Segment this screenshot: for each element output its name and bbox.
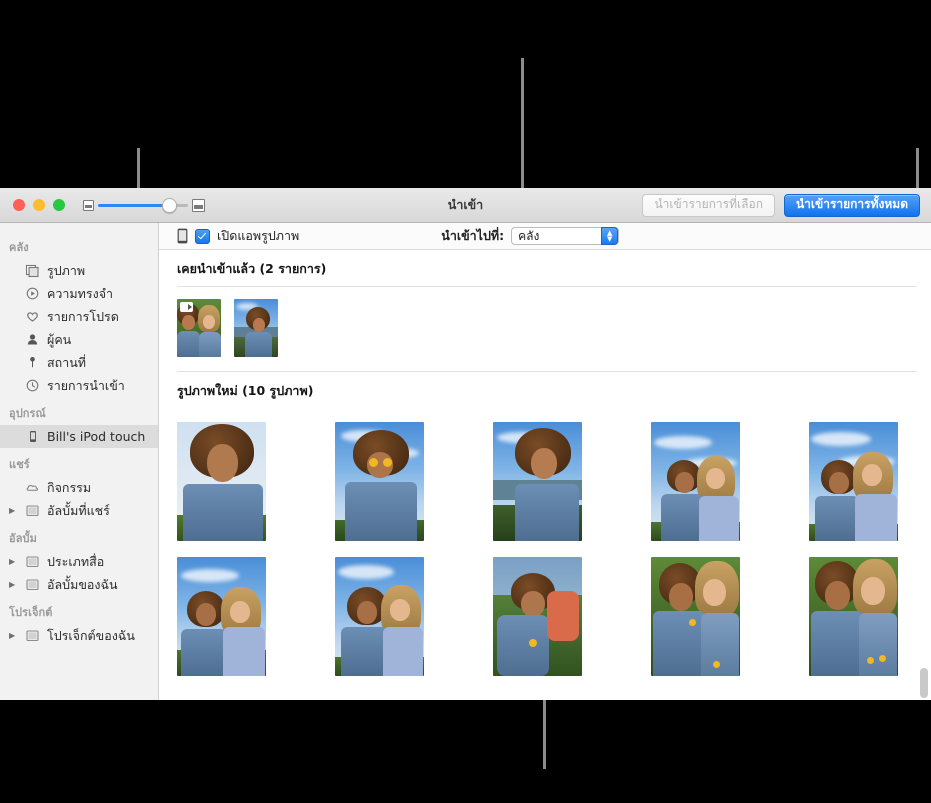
window-titlebar: นำเข้า นำเข้ารายการที่เลือก นำเข้ารายการ… xyxy=(0,188,931,223)
memories-icon xyxy=(25,286,40,301)
photo-item[interactable] xyxy=(651,422,740,541)
import-content-pane: เปิดแอพรูปภาพ นำเข้าไปที่: คลัง ▲ ▼ เคยนำ… xyxy=(159,223,931,700)
minimize-button[interactable] xyxy=(33,199,45,211)
zoom-button[interactable] xyxy=(53,199,65,211)
person-icon xyxy=(25,332,40,347)
sidebar-item-favorites[interactable]: ▶ รายการโปรด xyxy=(0,305,158,328)
photo-item[interactable] xyxy=(809,422,898,541)
thumbnail-size-slider[interactable] xyxy=(83,198,205,213)
slider-knob[interactable] xyxy=(162,198,177,213)
already-imported-thumbnails xyxy=(159,287,931,371)
sidebar-item-activity[interactable]: ▶ กิจกรรม xyxy=(0,476,158,499)
sidebar-item-bills-ipod-touch[interactable]: ▶ Bill's iPod touch xyxy=(0,425,158,448)
import-to-control: นำเข้าไปที่: คลัง ▲ ▼ xyxy=(441,226,620,246)
sidebar-item-label: รูปภาพ xyxy=(47,262,86,278)
sidebar: คลัง ▶ รูปภาพ ▶ xyxy=(0,223,159,700)
sidebar-item-label: ประเภทสื่อ xyxy=(47,553,105,569)
disclosure-triangle-icon[interactable]: ▶ xyxy=(9,631,18,640)
window-body: คลัง ▶ รูปภาพ ▶ xyxy=(0,223,931,700)
heart-icon xyxy=(25,309,40,324)
sidebar-item-label: ผู้คน xyxy=(47,331,72,347)
new-photos-grid xyxy=(159,408,931,676)
sidebar-item-places[interactable]: ▶ สถานที่ xyxy=(0,351,158,374)
vertical-scrollbar-thumb[interactable] xyxy=(920,668,928,698)
disclosure-triangle-icon[interactable]: ▶ xyxy=(9,506,18,515)
chevron-updown-icon: ▲ ▼ xyxy=(601,227,619,245)
already-imported-item-1[interactable] xyxy=(177,299,221,357)
sidebar-item-people[interactable]: ▶ ผู้คน xyxy=(0,328,158,351)
photo-item[interactable] xyxy=(177,557,266,676)
iphone-icon xyxy=(177,228,188,244)
large-thumbnail-icon xyxy=(192,198,205,212)
photos-import-window: นำเข้า นำเข้ารายการที่เลือก นำเข้ารายการ… xyxy=(0,188,931,700)
photo-item[interactable] xyxy=(493,557,582,676)
sidebar-group-header-library: คลัง xyxy=(9,241,29,254)
photo-item[interactable] xyxy=(177,422,266,541)
screenshot-root: นำเข้า นำเข้ารายการที่เลือก นำเข้ารายการ… xyxy=(0,0,931,803)
photos-icon xyxy=(25,263,40,278)
disclosure-triangle-icon[interactable]: ▶ xyxy=(9,557,18,566)
sidebar-item-label: อัลบั้มของฉัน xyxy=(47,576,118,592)
open-photos-app-option[interactable]: เปิดแอพรูปภาพ xyxy=(177,226,299,246)
disclosure-triangle-icon[interactable]: ▶ xyxy=(9,580,18,589)
sidebar-item-shared-albums[interactable]: ▶ อัลบั้มที่แชร์ xyxy=(0,499,158,522)
sidebar-item-my-albums[interactable]: ▶ อัลบั้มของฉัน xyxy=(0,573,158,596)
album-icon xyxy=(25,577,40,592)
sidebar-group-header-devices: อุปกรณ์ xyxy=(9,407,46,420)
sidebar-item-photos[interactable]: ▶ รูปภาพ xyxy=(0,259,158,282)
photo-item[interactable] xyxy=(493,422,582,541)
import-to-label: นำเข้าไปที่: xyxy=(441,228,505,243)
sidebar-item-label: โปรเจ็กต์ของฉัน xyxy=(47,627,135,643)
album-icon xyxy=(25,554,40,569)
close-button[interactable] xyxy=(13,199,25,211)
sidebar-item-label: ความทรงจำ xyxy=(47,285,114,301)
sidebar-group-header-albums: อัลบั้ม xyxy=(9,532,37,545)
cloud-icon xyxy=(25,480,40,495)
import-all-button[interactable]: นำเข้ารายการทั้งหมด xyxy=(783,193,920,217)
sidebar-item-my-projects[interactable]: ▶ โปรเจ็กต์ของฉัน xyxy=(0,624,158,647)
ipod-icon xyxy=(25,429,40,444)
import-to-value: คลัง xyxy=(518,228,540,243)
open-photos-app-checkbox[interactable] xyxy=(195,228,210,244)
sidebar-item-media-types[interactable]: ▶ ประเภทสื่อ xyxy=(0,550,158,573)
already-imported-item-2[interactable] xyxy=(234,299,278,357)
clock-icon xyxy=(25,378,40,393)
sidebar-item-label: Bill's iPod touch xyxy=(47,429,146,444)
already-imported-title: เคยนำเข้าแล้ว (2 รายการ) xyxy=(177,261,327,276)
photo-item[interactable] xyxy=(809,557,898,676)
small-thumbnail-icon xyxy=(83,199,94,211)
sidebar-item-imports[interactable]: ▶ รายการนำเข้า xyxy=(0,374,158,397)
sidebar-item-label: สถานที่ xyxy=(47,354,87,370)
sidebar-group-header-shared: แชร์ xyxy=(9,458,30,471)
window-controls xyxy=(13,199,65,211)
photo-item[interactable] xyxy=(335,557,424,676)
video-badge-icon xyxy=(180,302,193,312)
photo-item[interactable] xyxy=(651,557,740,676)
slider-track[interactable] xyxy=(98,198,177,213)
album-icon xyxy=(25,628,40,643)
new-photos-title: รูปภาพใหม่ (10 รูปภาพ) xyxy=(177,383,314,398)
import-options-bar: เปิดแอพรูปภาพ นำเข้าไปที่: คลัง ▲ ▼ xyxy=(159,223,931,250)
sidebar-group-header-projects: โปรเจ็กต์ xyxy=(9,606,53,619)
open-photos-app-label: เปิดแอพรูปภาพ xyxy=(217,228,300,243)
toolbar-actions: นำเข้ารายการที่เลือก นำเข้ารายการทั้งหมด xyxy=(642,193,920,217)
photo-item[interactable] xyxy=(335,422,424,541)
sidebar-item-label: อัลบั้มที่แชร์ xyxy=(47,502,110,518)
import-selected-button[interactable]: นำเข้ารายการที่เลือก xyxy=(642,193,775,217)
import-to-popup-button[interactable]: คลัง ▲ ▼ xyxy=(511,227,620,245)
sidebar-item-label: กิจกรรม xyxy=(47,479,92,495)
photo-grid-row xyxy=(177,422,931,541)
sidebar-item-label: รายการนำเข้า xyxy=(47,377,125,393)
photo-grid-row xyxy=(177,557,931,676)
album-icon xyxy=(25,503,40,518)
sidebar-item-label: รายการโปรด xyxy=(47,308,119,324)
pin-icon xyxy=(25,355,40,370)
sidebar-item-memories[interactable]: ▶ ความทรงจำ xyxy=(0,282,158,305)
